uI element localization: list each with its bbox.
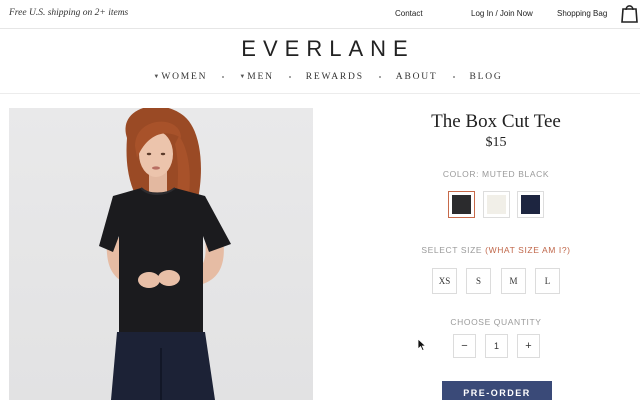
- swatch-fill: [452, 195, 471, 214]
- product-photo[interactable]: [9, 108, 313, 400]
- nav-item-women[interactable]: ▼ WOMEN: [153, 72, 207, 82]
- quantity-increase-button[interactable]: +: [517, 334, 540, 358]
- chevron-down-icon: ▼: [153, 74, 160, 80]
- chevron-down-icon: ▼: [239, 74, 246, 80]
- color-label: COLOR: MUTED BLACK: [442, 169, 550, 179]
- quantity-decrease-button[interactable]: −: [453, 334, 476, 358]
- nav-item-men[interactable]: ▼ MEN: [239, 72, 273, 82]
- swatch-fill: [487, 195, 506, 214]
- nav-label-women: WOMEN: [161, 72, 208, 82]
- nav-separator: [452, 76, 455, 78]
- select-size-text: SELECT SIZE: [421, 245, 483, 255]
- product-price: $15: [485, 135, 507, 150]
- quantity-label: CHOOSE QUANTITY: [450, 317, 542, 327]
- nav-label-about: ABOUT: [395, 72, 438, 82]
- color-swatch-white[interactable]: [483, 191, 510, 218]
- product-title: The Box Cut Tee: [431, 111, 561, 132]
- size-option-s[interactable]: S: [466, 268, 491, 294]
- nav-divider: [0, 93, 640, 94]
- nav-item-rewards[interactable]: REWARDS: [306, 72, 364, 82]
- nav-label-men: MEN: [247, 72, 274, 82]
- everlane-logo[interactable]: EVERLANE: [0, 36, 640, 62]
- nav-item-blog[interactable]: BLOG: [470, 72, 503, 82]
- size-guide-link[interactable]: (WHAT SIZE AM I?): [485, 245, 570, 255]
- contact-link[interactable]: Contact: [395, 9, 423, 18]
- nav-separator: [378, 76, 381, 78]
- nav-label-blog: BLOG: [469, 72, 503, 82]
- color-swatch-muted-black[interactable]: [448, 191, 475, 218]
- shipping-promo: Free U.S. shipping on 2+ items: [9, 8, 129, 18]
- swatch-fill: [521, 195, 540, 214]
- shopping-bag-link[interactable]: Shopping Bag: [557, 9, 607, 18]
- main-nav: ▼ WOMEN ▼ MEN REWARDS ABOUT BLOG: [0, 70, 640, 84]
- size-label: SELECT SIZE (WHAT SIZE AM I?): [400, 245, 592, 255]
- quantity-value[interactable]: 1: [485, 334, 508, 358]
- size-option-xs[interactable]: XS: [432, 268, 457, 294]
- nav-separator: [288, 76, 291, 78]
- top-utility-bar: Free U.S. shipping on 2+ items Contact L…: [0, 0, 640, 29]
- color-swatch-navy[interactable]: [517, 191, 544, 218]
- size-option-m[interactable]: M: [501, 268, 526, 294]
- model-illustration: [99, 108, 231, 400]
- shopping-bag-icon[interactable]: [619, 2, 640, 24]
- size-option-l[interactable]: L: [535, 268, 560, 294]
- pre-order-button[interactable]: PRE-ORDER: [442, 381, 552, 400]
- mouse-cursor-icon: [417, 338, 427, 352]
- nav-separator: [222, 76, 225, 78]
- nav-item-about[interactable]: ABOUT: [396, 72, 438, 82]
- login-join-link[interactable]: Log In / Join Now: [471, 9, 533, 18]
- nav-label-rewards: REWARDS: [305, 72, 364, 82]
